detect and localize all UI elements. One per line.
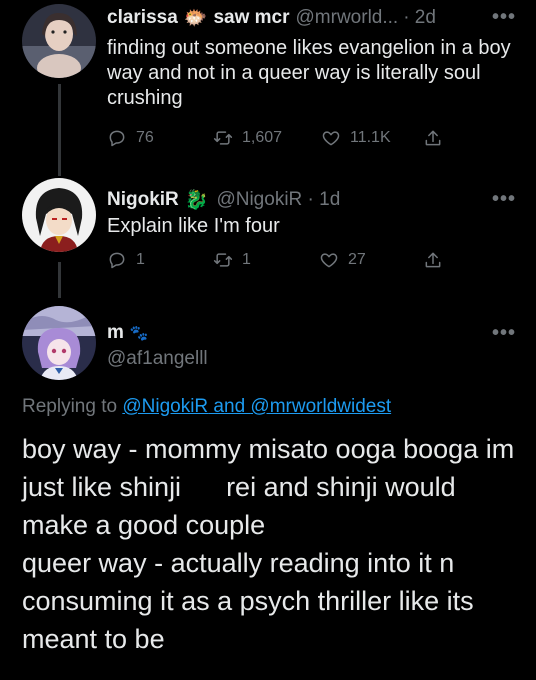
reply-button[interactable]: 76 [107, 128, 154, 148]
handle[interactable]: @af1angelll [107, 348, 516, 370]
tweet-header: m 🐾 [107, 322, 516, 344]
replying-and: and [208, 396, 251, 417]
avatar[interactable] [22, 4, 96, 78]
tweet-clarissa[interactable]: clarissa 🐡 saw mcr @mrworld... · 2d ••• … [0, 0, 536, 170]
share-button[interactable] [423, 250, 452, 270]
reply-count: 76 [136, 129, 154, 146]
heart-icon [322, 131, 340, 146]
display-name-suffix: saw mcr [213, 7, 290, 28]
replying-to: Replying to @NigokiR and @mrworldwidest [22, 396, 391, 418]
mention-link-nigokir[interactable]: @NigokiR [122, 396, 208, 417]
tweet-nigokir[interactable]: NigokiR 🐉 @NigokiR · 1d ••• Explain like… [0, 168, 536, 298]
more-options-icon[interactable]: ••• [492, 6, 516, 29]
avatar[interactable] [22, 306, 96, 380]
tweet-m[interactable]: m 🐾 ••• @af1angelll Replying to @NigokiR… [0, 300, 536, 680]
retweet-button[interactable]: 1,607 [213, 128, 282, 148]
like-count: 27 [348, 251, 366, 268]
display-name[interactable]: NigokiR [107, 189, 179, 211]
tweet-text: finding out someone likes evangelion in … [107, 37, 511, 109]
reply-button[interactable]: 1 [107, 250, 145, 270]
dragon-emoji-icon: 🐉 [184, 190, 209, 211]
share-button[interactable] [423, 128, 452, 148]
tweet-header: clarissa 🐡 saw mcr @mrworld... · 2d [107, 6, 516, 30]
share-icon [425, 130, 441, 146]
pufferfish-emoji-icon: 🐡 [183, 8, 208, 29]
reply-icon [109, 252, 125, 269]
tweet-header: NigokiR 🐉 @NigokiR · 1d [107, 188, 516, 212]
more-options-icon[interactable]: ••• [492, 322, 516, 345]
more-options-icon[interactable]: ••• [492, 188, 516, 211]
mention-link-mrworldwidest[interactable]: @mrworldwidest [250, 396, 391, 417]
retweet-button[interactable]: 1 [213, 250, 251, 270]
handle[interactable]: @NigokiR · 1d [216, 189, 340, 211]
tweet-text: Explain like I'm four [107, 215, 280, 237]
retweet-icon [213, 253, 233, 267]
like-button[interactable]: 11.1K [321, 128, 391, 148]
tweet-actions: 76 1,607 11.1K [107, 128, 441, 152]
thread-line [58, 262, 61, 298]
reply-icon [109, 130, 125, 147]
replying-prefix: Replying to [22, 396, 123, 417]
timestamp[interactable]: · 2d [403, 7, 436, 29]
retweet-count: 1,607 [242, 129, 283, 146]
display-name[interactable]: clarissa [107, 7, 178, 29]
avatar[interactable] [22, 178, 96, 252]
thread-line [58, 84, 61, 170]
handle[interactable]: @mrworld... [296, 7, 399, 29]
reply-count: 1 [136, 251, 145, 268]
thread-line-top [58, 168, 61, 176]
retweet-icon [213, 131, 233, 145]
tweet-text: boy way - mommy misato ooga booga im jus… [22, 434, 515, 654]
display-name[interactable]: m [107, 322, 124, 344]
like-button[interactable]: 27 [319, 250, 366, 270]
like-count: 11.1K [350, 129, 391, 146]
tweet-actions: 1 1 27 [107, 250, 441, 274]
share-icon [425, 252, 441, 268]
retweet-count: 1 [242, 251, 251, 268]
paw-prints-emoji-icon: 🐾 [129, 325, 149, 342]
heart-icon [320, 253, 338, 268]
